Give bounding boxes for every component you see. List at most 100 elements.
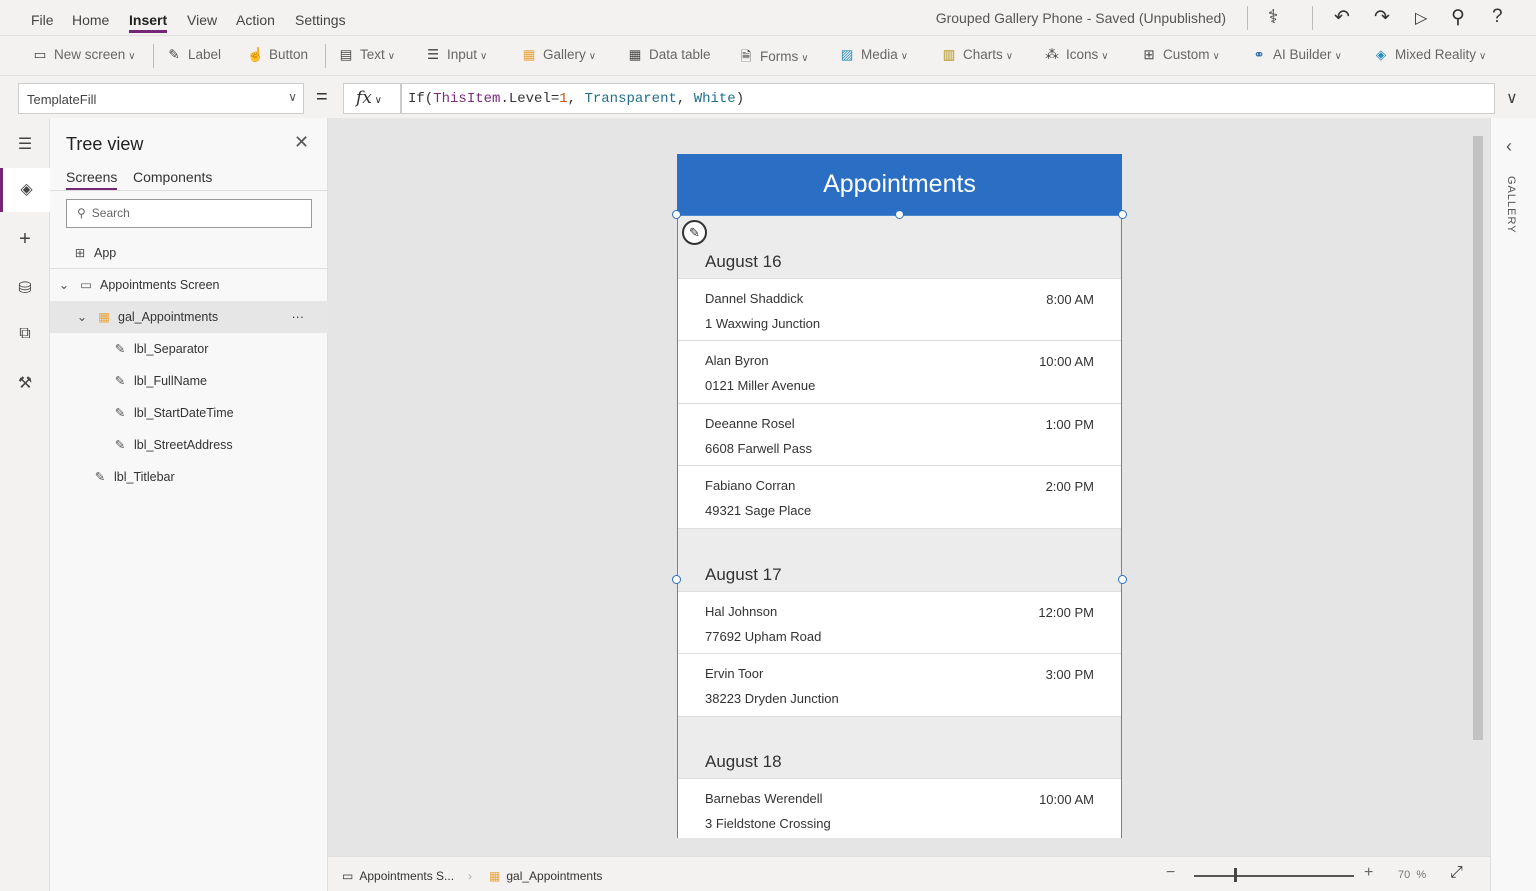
tree-item-label-control[interactable]: ✎lbl_Separator — [50, 333, 328, 365]
app-screen: Appointments August 16Dannel Shaddick8:0… — [677, 154, 1122, 838]
appointment-row[interactable]: Hal Johnson12:00 PM77692 Upham Road — [678, 592, 1121, 655]
tab-components[interactable]: Components — [133, 169, 212, 185]
appointment-row[interactable]: Deeanne Rosel1:00 PM6608 Farwell Pass — [678, 404, 1121, 467]
icons-button[interactable]: ⁂Icons∨ — [1044, 47, 1109, 63]
gallery-button[interactable]: ▦Gallery∨ — [521, 47, 596, 63]
label-label: Label — [188, 47, 221, 62]
divider — [1312, 6, 1313, 30]
start-time-label: 2:00 PM — [1046, 479, 1094, 494]
tab-screens[interactable]: Screens — [66, 169, 117, 190]
zoom-slider[interactable] — [1194, 875, 1354, 877]
tools-icon[interactable]: ⚒ — [0, 373, 50, 393]
help-icon[interactable]: ? — [1492, 6, 1503, 28]
group-header-row[interactable]: August 16 — [678, 216, 1121, 279]
user-icon[interactable]: ⚲ — [1451, 6, 1465, 29]
menu-insert[interactable]: Insert — [129, 12, 167, 33]
tree-item-screen[interactable]: ⌄▭Appointments Screen — [50, 269, 328, 301]
play-icon[interactable]: ▷ — [1415, 8, 1427, 28]
undo-icon[interactable]: ↶ — [1334, 6, 1350, 29]
street-address-label: 38223 Dryden Junction — [705, 691, 839, 706]
insert-icon[interactable]: + — [0, 228, 50, 251]
menu-view[interactable]: View — [187, 12, 217, 28]
hamburger-icon[interactable]: ☰ — [0, 134, 50, 154]
tree-view-icon[interactable]: ◈ — [0, 168, 50, 212]
new-screen-button[interactable]: ▭New screen∨ — [32, 47, 136, 63]
breadcrumb-screen[interactable]: ▭Appointments S... — [342, 869, 454, 883]
tree-item-gallery[interactable]: ⌄▦gal_Appointments··· — [50, 301, 328, 333]
formula-token: If( — [408, 91, 433, 107]
breadcrumb-control[interactable]: ▦gal_Appointments — [489, 869, 602, 883]
tree-item-label-control[interactable]: ✎lbl_FullName — [50, 365, 328, 397]
property-dropdown[interactable]: TemplateFill∨ — [18, 83, 304, 114]
label-icon: ✎ — [112, 333, 128, 365]
fx-button[interactable]: fx ∨ — [343, 83, 401, 114]
resize-handle[interactable] — [672, 575, 681, 584]
input-button[interactable]: ☰Input∨ — [425, 47, 487, 63]
menu-file[interactable]: File — [31, 12, 54, 28]
menu-action[interactable]: Action — [236, 12, 275, 28]
tree-search-input[interactable]: ⚲Search — [66, 199, 312, 228]
app-checker-icon[interactable]: ⚕ — [1268, 6, 1278, 29]
data-table-button[interactable]: ▦Data table — [627, 47, 711, 63]
divider — [325, 44, 326, 68]
redo-icon[interactable]: ↷ — [1374, 6, 1390, 29]
forms-button[interactable]: 🗎Forms∨ — [738, 47, 809, 70]
street-address-label: 6608 Farwell Pass — [705, 441, 812, 456]
tree-item-label-control[interactable]: ✎lbl_StreetAddress — [50, 429, 328, 461]
media-icon[interactable]: ⧉ — [0, 325, 50, 343]
zoom-out-button[interactable]: − — [1166, 864, 1175, 882]
appointment-row[interactable]: Fabiano Corran2:00 PM49321 Sage Place — [678, 466, 1121, 529]
custom-label: Custom — [1163, 47, 1210, 62]
charts-button[interactable]: ▥Charts∨ — [941, 47, 1013, 63]
formula-token: ThisItem — [433, 91, 500, 107]
expand-formula-icon[interactable]: ∨ — [1506, 88, 1518, 108]
forms-label: Forms — [760, 49, 798, 64]
appointment-row[interactable]: Ervin Toor3:00 PM38223 Dryden Junction — [678, 654, 1121, 717]
custom-button[interactable]: ⊞Custom∨ — [1141, 47, 1220, 63]
media-label: Media — [861, 47, 898, 62]
chevron-down-icon: ⌄ — [56, 269, 72, 301]
scrollbar-thumb[interactable] — [1473, 136, 1483, 740]
menu-settings[interactable]: Settings — [295, 12, 346, 28]
appointments-gallery[interactable]: August 16Dannel Shaddick8:00 AM1 Waxwing… — [677, 215, 1122, 838]
breadcrumb-control-label: gal_Appointments — [506, 869, 602, 883]
appointment-row[interactable]: Barnebas Werendell10:00 AM3 Fieldstone C… — [678, 779, 1121, 838]
street-address-label: 3 Fieldstone Crossing — [705, 816, 831, 831]
label-button[interactable]: ✎Label — [166, 47, 221, 63]
appointment-row[interactable]: Alan Byron10:00 AM0121 Miller Avenue — [678, 341, 1121, 404]
menu-home[interactable]: Home — [72, 12, 109, 28]
tree-item-app[interactable]: ⊞App — [50, 237, 328, 269]
text-button[interactable]: ▤Text∨ — [338, 47, 395, 63]
mixed-reality-icon: ◈ — [1373, 47, 1389, 63]
group-header-row[interactable]: August 17 — [678, 529, 1121, 592]
ai-builder-icon: ⚭ — [1251, 47, 1267, 63]
text-label: Text — [360, 47, 385, 62]
edit-pencil-icon[interactable]: ✎ — [682, 220, 707, 245]
tree-view-panel: Tree view ✕ Screens Components ⚲Search ⊞… — [50, 118, 328, 891]
breadcrumb-separator: › — [468, 869, 472, 883]
data-icon[interactable]: ⛁ — [0, 278, 50, 298]
tree-item-label-control[interactable]: ✎lbl_Titlebar — [50, 461, 328, 493]
tree-item-label-control[interactable]: ✎lbl_StartDateTime — [50, 397, 328, 429]
tree-item-label: App — [94, 246, 116, 260]
ai-builder-button[interactable]: ⚭AI Builder∨ — [1251, 47, 1342, 63]
close-icon[interactable]: ✕ — [294, 132, 309, 153]
group-header-row[interactable]: August 18 — [678, 717, 1121, 780]
mixed-reality-button[interactable]: ◈Mixed Reality∨ — [1373, 47, 1486, 63]
fit-to-window-icon[interactable]: ⤢ — [1450, 864, 1463, 882]
more-options-icon[interactable]: ··· — [292, 301, 305, 333]
zoom-in-button[interactable]: + — [1364, 864, 1373, 882]
resize-handle[interactable] — [1118, 210, 1127, 219]
input-icon: ☰ — [425, 47, 441, 63]
appointment-row[interactable]: Dannel Shaddick8:00 AM1 Waxwing Junction — [678, 279, 1121, 342]
zoom-slider-thumb[interactable] — [1234, 868, 1237, 882]
resize-handle[interactable] — [1118, 575, 1127, 584]
formula-input[interactable]: If(ThisItem.Level=1, Transparent, White) — [401, 83, 1495, 114]
media-button[interactable]: ▨Media∨ — [839, 47, 908, 63]
formula-token: 1 — [559, 91, 567, 107]
chevron-left-icon[interactable]: ‹ — [1506, 136, 1512, 157]
button-button[interactable]: ☝Button — [247, 47, 308, 63]
resize-handle[interactable] — [672, 210, 681, 219]
resize-handle[interactable] — [895, 210, 904, 219]
start-time-label: 3:00 PM — [1046, 667, 1094, 682]
